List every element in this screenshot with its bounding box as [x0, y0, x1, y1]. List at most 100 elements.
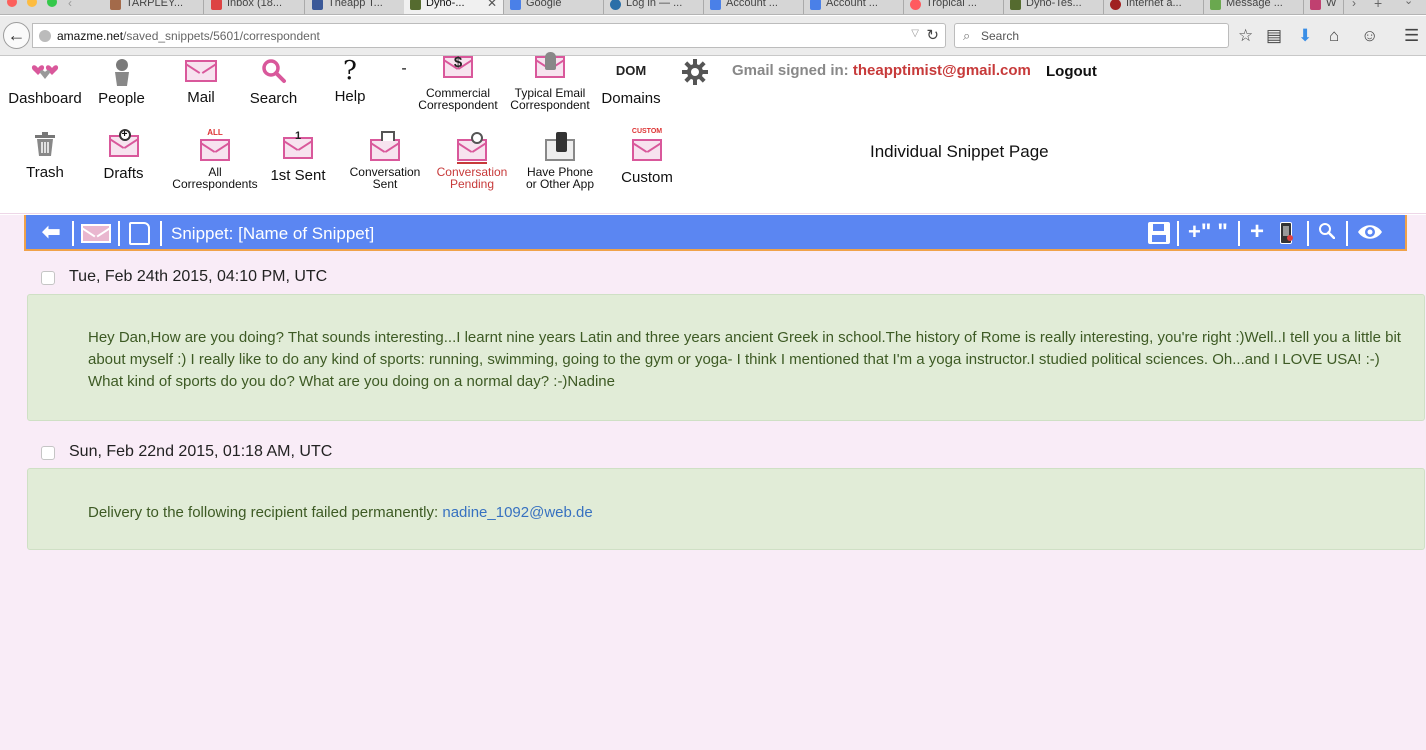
message-date: Sun, Feb 22nd 2015, 01:18 AM, UTC [69, 443, 333, 460]
person-icon [114, 59, 129, 86]
wordpress-favicon-icon [610, 0, 621, 10]
tab-scroll-right-icon[interactable]: › [1352, 0, 1356, 10]
toolbar-divider [1177, 221, 1179, 246]
nav-commercial-correspondent[interactable]: $ Commercial Correspondent [412, 54, 504, 111]
toolbar-divider [118, 221, 120, 246]
nav-mail[interactable]: Mail [176, 60, 226, 106]
back-icon[interactable]: ← [3, 22, 30, 49]
tab-favicon-icon [1010, 0, 1021, 10]
nav-trash-label: Trash [26, 164, 64, 181]
magnifier-icon [261, 59, 286, 83]
globe-icon [39, 30, 51, 42]
nav-custom-label: Custom [621, 169, 673, 186]
magnify-icon[interactable] [1318, 222, 1335, 239]
browser-tab[interactable]: W [1304, 0, 1344, 14]
tab-scroll-left-icon[interactable]: ‹ [68, 0, 72, 10]
save-icon[interactable] [1148, 222, 1170, 244]
bookmark-star-icon[interactable]: ☆ [1238, 26, 1253, 46]
google-favicon-icon [710, 0, 721, 10]
nav-drafts-label: Drafts [103, 165, 144, 182]
menu-icon[interactable]: ☰ [1404, 26, 1419, 46]
nav-people[interactable]: People [94, 58, 149, 107]
nav-typical-email-correspondent[interactable]: Typical Email Correspondent [504, 52, 596, 111]
url-text[interactable]: amazme.net/saved_snippets/5601/correspon… [57, 29, 320, 43]
nav-conversation-sent[interactable]: Conversation Sent [342, 130, 428, 190]
browser-tab[interactable]: TARPLEY... [104, 0, 204, 14]
nav-people-label: People [98, 90, 145, 107]
drafts-envelope-icon: + [108, 129, 139, 157]
custom-envelope-icon: CUSTOM [632, 128, 662, 161]
reading-list-icon[interactable]: ▤ [1266, 26, 1282, 46]
browser-tab[interactable]: Internet a... [1104, 0, 1204, 14]
add-button[interactable]: + [1250, 219, 1264, 245]
browser-tab[interactable]: Message ... [1204, 0, 1304, 14]
nav-all-correspondents[interactable]: ALL All Correspondents [168, 128, 262, 190]
nav-search-label: Search [249, 90, 298, 107]
downloads-icon[interactable]: ⬇ [1298, 26, 1312, 46]
tab-favicon-icon [1110, 0, 1121, 10]
tab-close-icon[interactable]: ✕ [487, 0, 497, 10]
reload-icon[interactable]: ↻ [926, 26, 939, 44]
signed-in-email: theapptimist@gmail.com [852, 62, 1031, 79]
nav-help-label: Help [334, 88, 366, 105]
nav-custom[interactable]: CUSTOM Custom [612, 128, 682, 186]
nav-domains-label: Domains [601, 90, 661, 107]
browser-tab[interactable]: Tropical ... [904, 0, 1004, 14]
nav-help[interactable]: ? Help [330, 56, 370, 105]
message-checkbox[interactable] [41, 446, 55, 460]
close-window-icon[interactable] [7, 0, 17, 7]
home-icon[interactable]: ⌂ [1329, 26, 1339, 46]
browser-tab-active[interactable]: Dyno-... ✕ [404, 0, 504, 14]
nav-mail-label: Mail [187, 89, 215, 106]
scroll-document-icon[interactable] [129, 222, 150, 245]
message-checkbox[interactable] [41, 271, 55, 285]
logout-link[interactable]: Logout [1046, 63, 1097, 80]
browser-search-input[interactable]: ⌕ Search [954, 23, 1229, 48]
settings-gear[interactable] [680, 58, 710, 86]
browser-navigation-bar: ← amazme.net/saved_snippets/5601/corresp… [0, 16, 1426, 56]
snippet-toolbar: ⬅ Snippet: [Name of Snippet] +" " + [24, 215, 1407, 251]
minimize-window-icon[interactable] [27, 0, 37, 7]
browser-tab[interactable]: Inbox (18... [205, 0, 305, 14]
gmail-signed-in: Gmail signed in: theapptimist@gmail.com [732, 62, 1031, 79]
new-tab-icon[interactable]: + [1374, 0, 1382, 11]
back-arrow-icon[interactable]: ⬅ [42, 219, 60, 245]
tab-favicon-icon [1210, 0, 1221, 10]
nav-have-phone[interactable]: Have Phone or Other App [516, 130, 604, 190]
pending-clock-envelope-icon [456, 132, 488, 161]
url-bar[interactable]: amazme.net/saved_snippets/5601/correspon… [32, 23, 946, 48]
google-favicon-icon [810, 0, 821, 10]
snippet-content: ⬅ Snippet: [Name of Snippet] +" " + Tue,… [0, 215, 1426, 750]
chat-icon[interactable]: ☺ [1361, 26, 1378, 46]
nav-drafts[interactable]: + Drafts [96, 129, 151, 182]
mail-icon[interactable] [80, 224, 112, 243]
nav-conversation-pending[interactable]: Conversation Pending [429, 130, 515, 190]
nav-trash[interactable]: Trash [14, 132, 76, 181]
browser-tab[interactable]: Account ... [704, 0, 804, 14]
add-quote-button[interactable]: +" " [1188, 219, 1228, 245]
phone-icon[interactable] [1280, 222, 1293, 244]
maximize-window-icon[interactable] [47, 0, 57, 7]
envelope-icon [184, 60, 218, 82]
nav-dashboard[interactable]: Dashboard [6, 58, 84, 107]
nav-first-sent[interactable]: 1 1st Sent [266, 130, 330, 184]
page-title: Individual Snippet Page [870, 142, 1049, 161]
nav-dash-separator: - [401, 60, 407, 77]
delivery-failure-text: Delivery to the following recipient fail… [88, 504, 439, 521]
tab-list-icon[interactable]: ⌄ [1404, 0, 1413, 7]
browser-tab[interactable]: Theapp T... [306, 0, 406, 14]
nav-search[interactable]: Search [246, 58, 301, 107]
airbnb-favicon-icon [910, 0, 921, 10]
recipient-email-link[interactable]: nadine_1092@web.de [442, 504, 592, 521]
browser-tab[interactable]: Log in — ... [604, 0, 704, 14]
browser-tab[interactable]: Account ... [804, 0, 904, 14]
nav-domains[interactable]: DOM Domains [598, 62, 664, 107]
browser-tab[interactable]: Google [504, 0, 604, 14]
tab-favicon-icon [110, 0, 121, 10]
all-envelope-icon: ALL [199, 128, 231, 161]
url-history-dropdown-icon[interactable]: ▽ [911, 28, 919, 39]
hearts-icon [31, 65, 59, 79]
eye-icon[interactable] [1357, 223, 1383, 241]
browser-tab[interactable]: Dyno-Tes... [1004, 0, 1104, 14]
dom-icon: DOM [615, 63, 647, 78]
